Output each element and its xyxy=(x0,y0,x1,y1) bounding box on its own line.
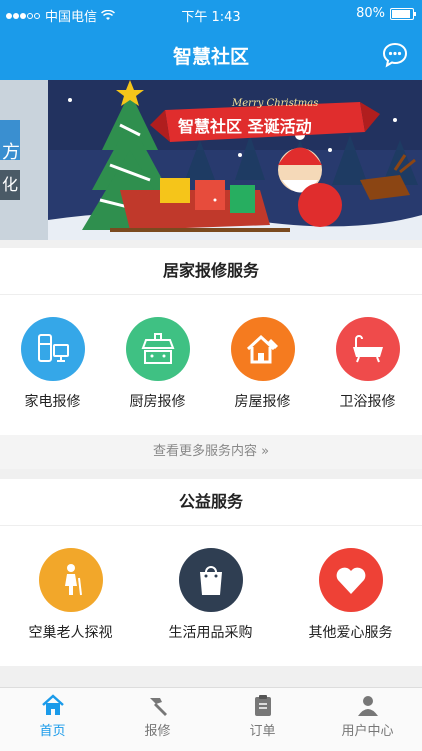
service-label: 卫浴报修 xyxy=(339,394,396,410)
banner-script-text: Merry Christmas xyxy=(231,98,318,109)
bathtub-icon xyxy=(335,317,400,381)
tab-bar: 首页 报修 订单 用户中心 xyxy=(0,687,422,751)
service-label: 房屋报修 xyxy=(234,394,291,410)
tab-label: 用户中心 xyxy=(341,724,394,739)
welfare-title: 公益服务 xyxy=(0,479,422,526)
tab-repair[interactable]: 报修 xyxy=(105,694,210,739)
status-bar: 中国电信 下午 1:43 80% xyxy=(0,0,422,28)
status-right: 80% xyxy=(356,6,416,21)
banner-side-char-2: 化 xyxy=(2,175,18,194)
appliance-icon xyxy=(20,317,85,381)
user-icon xyxy=(357,696,378,716)
service-elderly-visit[interactable]: 空巢老人探视 xyxy=(18,548,123,642)
service-label: 空巢老人探视 xyxy=(28,625,113,641)
tab-home[interactable]: 首页 xyxy=(0,694,105,739)
heart-icon xyxy=(318,548,383,612)
banner-ribbon-text: 智慧社区 圣诞活动 xyxy=(178,117,312,136)
shopping-bag-icon xyxy=(178,548,243,612)
service-other-charity[interactable]: 其他爱心服务 xyxy=(298,548,403,642)
tab-orders[interactable]: 订单 xyxy=(210,694,315,739)
tab-label: 订单 xyxy=(249,724,276,739)
banner-illustration: 方 化 Merry Christmas 智慧社区 圣诞活动 xyxy=(0,80,422,240)
hammer-icon xyxy=(149,698,167,716)
house-wrench-icon xyxy=(230,317,295,381)
tab-user-center[interactable]: 用户中心 xyxy=(315,694,420,739)
service-house-repair[interactable]: 房屋报修 xyxy=(210,317,315,411)
service-label: 生活用品采购 xyxy=(168,625,253,641)
elderly-person-icon xyxy=(38,548,103,612)
nav-bar: 智慧社区 xyxy=(0,28,422,80)
more-services-link[interactable]: 查看更多服务内容 » xyxy=(0,435,422,469)
tab-label: 首页 xyxy=(39,724,66,739)
service-daily-purchase[interactable]: 生活用品采购 xyxy=(158,548,263,642)
chat-bubble-icon[interactable] xyxy=(382,42,408,68)
home-icon xyxy=(41,694,64,715)
promo-banner[interactable]: 方 化 Merry Christmas 智慧社区 圣诞活动 xyxy=(0,80,422,240)
home-repair-title: 居家报修服务 xyxy=(0,248,422,295)
service-label: 家电报修 xyxy=(24,394,81,410)
service-kitchen-repair[interactable]: 厨房报修 xyxy=(105,317,210,411)
tab-label: 报修 xyxy=(144,724,171,739)
service-bathroom-repair[interactable]: 卫浴报修 xyxy=(315,317,420,411)
service-label: 厨房报修 xyxy=(129,394,186,410)
banner-side-char-1: 方 xyxy=(2,142,20,163)
service-label: 其他爱心服务 xyxy=(308,625,393,641)
page-title: 智慧社区 xyxy=(172,46,249,68)
service-appliance-repair[interactable]: 家电报修 xyxy=(0,317,105,411)
home-repair-grid: 家电报修 厨房报修 房屋报修 卫浴报修 xyxy=(0,295,422,435)
clipboard-icon xyxy=(254,695,271,716)
welfare-grid: 空巢老人探视 生活用品采购 其他爱心服务 xyxy=(0,526,422,666)
battery-percent: 80% xyxy=(356,6,385,21)
kitchen-hood-icon xyxy=(125,317,190,381)
battery-icon xyxy=(390,7,416,20)
